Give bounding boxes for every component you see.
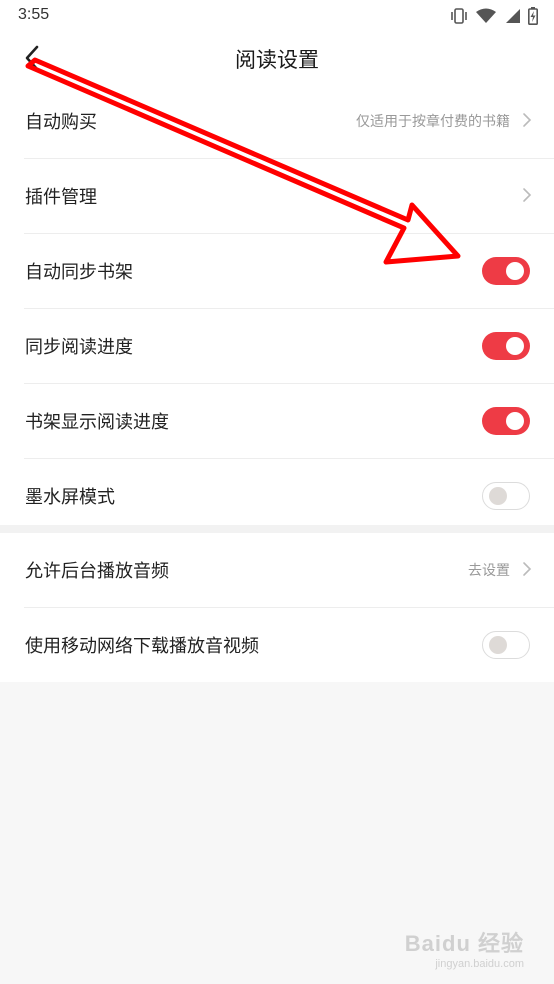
row-label: 同步阅读进度 [25,337,133,358]
toggle-knob [489,487,507,505]
sync-reading-progress-toggle[interactable] [482,332,530,360]
row-label: 自动同步书架 [25,262,133,283]
toggle-knob [489,636,507,654]
settings-section-reading: 自动购买 仅适用于按章付费的书籍 插件管理 自动同步书架 同步阅读进度 书架显示… [0,84,554,533]
settings-section-audio: 允许后台播放音频 去设置 使用移动网络下载播放音视频 [0,533,554,682]
row-value: 仅适用于按章付费的书籍 [356,114,510,130]
row-label: 墨水屏模式 [25,487,115,508]
vibrate-icon [451,8,467,24]
chevron-right-icon [523,562,532,576]
wifi-icon [476,8,496,23]
mobile-network-download-toggle[interactable] [482,631,530,659]
watermark-logo: Baidu 经验 [404,931,524,956]
auto-sync-bookshelf-row: 自动同步书架 [24,234,554,309]
chevron-right-icon [523,188,532,202]
row-label: 书架显示阅读进度 [25,412,169,433]
eink-mode-toggle[interactable] [482,482,530,510]
plugin-management-row[interactable]: 插件管理 [24,159,554,234]
row-label: 使用移动网络下载播放音视频 [25,636,259,657]
section-divider [0,525,554,533]
row-value: 去设置 [468,563,510,579]
auto-purchase-row[interactable]: 自动购买 仅适用于按章付费的书籍 [24,84,554,159]
row-label: 插件管理 [25,187,97,208]
signal-icon [506,9,520,23]
status-icons [450,6,538,26]
row-label: 允许后台播放音频 [25,561,169,582]
toggle-knob [506,337,524,355]
auto-sync-bookshelf-toggle[interactable] [482,257,530,285]
row-label: 自动购买 [25,112,97,133]
background-audio-row[interactable]: 允许后台播放音频 去设置 [24,533,554,608]
page-title: 阅读设置 [235,48,319,72]
sync-reading-progress-row: 同步阅读进度 [24,309,554,384]
watermark-url: jingyan.baidu.com [435,958,524,970]
watermark: Baidu 经验 jingyan.baidu.com [405,926,524,970]
toggle-knob [506,262,524,280]
chevron-right-icon [523,113,532,127]
nav-bar: 阅读设置 [0,32,554,84]
battery-charging-icon [528,7,538,25]
eink-mode-row: 墨水屏模式 [24,459,554,533]
bookshelf-show-progress-row: 书架显示阅读进度 [24,384,554,459]
status-bar: 3:55 [0,0,554,32]
mobile-network-download-row: 使用移动网络下载播放音视频 [24,608,554,682]
bookshelf-show-progress-toggle[interactable] [482,407,530,435]
toggle-knob [506,412,524,430]
status-time: 3:55 [18,6,50,23]
